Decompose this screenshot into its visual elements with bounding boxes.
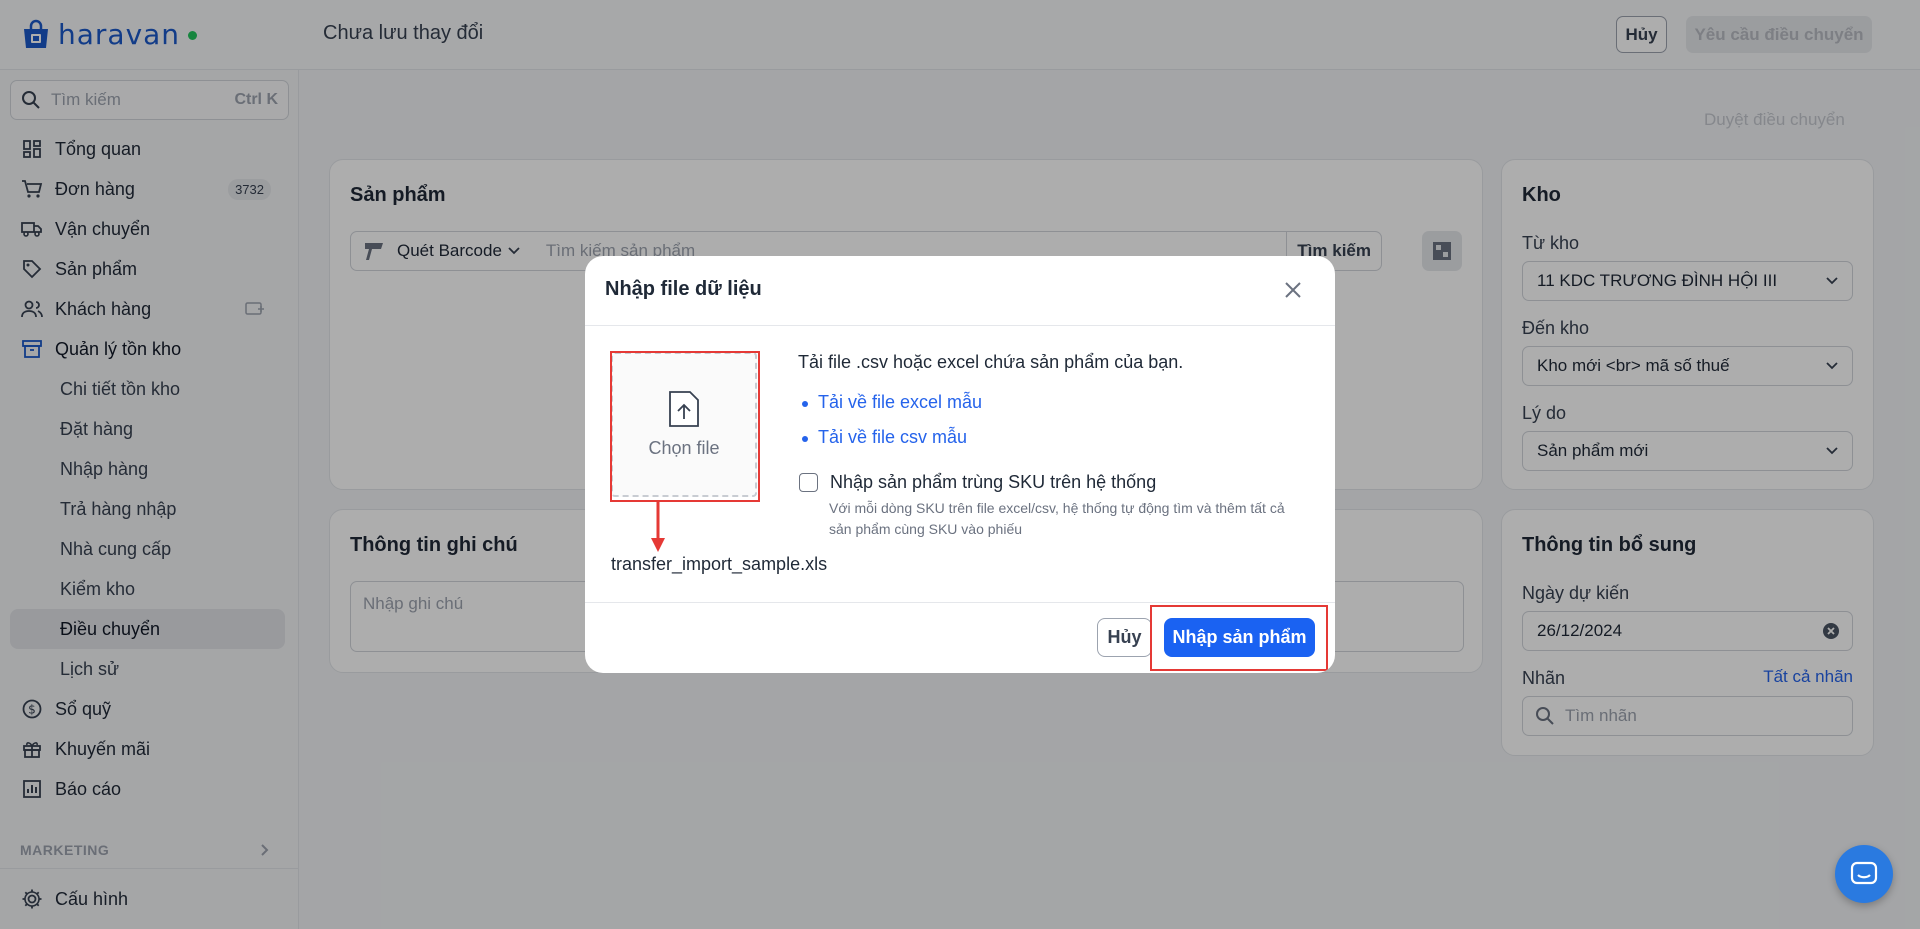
modal-header: Nhập file dữ liệu <box>585 256 1335 326</box>
annotation-arrow-down-icon <box>651 502 665 552</box>
import-file-modal: Nhập file dữ liệu Chọn file transfer_imp… <box>585 256 1335 673</box>
modal-title: Nhập file dữ liệu <box>605 278 762 300</box>
close-icon[interactable] <box>1281 278 1305 302</box>
link-label: Tải về file csv mẫu <box>818 427 968 447</box>
bullet <box>802 401 808 407</box>
annotation-highlight-submit <box>1150 605 1328 671</box>
modal-footer-divider <box>585 602 1335 603</box>
bullet <box>802 436 808 442</box>
chat-icon <box>1850 861 1878 885</box>
duplicate-sku-checkbox[interactable] <box>799 473 818 492</box>
modal-cancel-button[interactable]: Hủy <box>1097 618 1152 657</box>
annotation-highlight-dropzone <box>610 351 760 502</box>
duplicate-sku-label: Nhập sản phẩm trùng SKU trên hệ thống <box>830 472 1157 492</box>
duplicate-sku-help: Với mỗi dòng SKU trên file excel/csv, hệ… <box>829 500 1285 537</box>
selected-file-name: transfer_import_sample.xls <box>611 554 828 574</box>
download-csv-template-link[interactable]: Tải về file csv mẫu <box>802 427 968 448</box>
download-excel-template-link[interactable]: Tải về file excel mẫu <box>802 392 983 413</box>
duplicate-sku-option[interactable]: Nhập sản phẩm trùng SKU trên hệ thống <box>799 472 1156 493</box>
modal-description: Tải file .csv hoặc excel chứa sản phẩm c… <box>798 352 1184 372</box>
chat-support-button[interactable] <box>1835 845 1893 903</box>
link-label: Tải về file excel mẫu <box>818 392 983 412</box>
